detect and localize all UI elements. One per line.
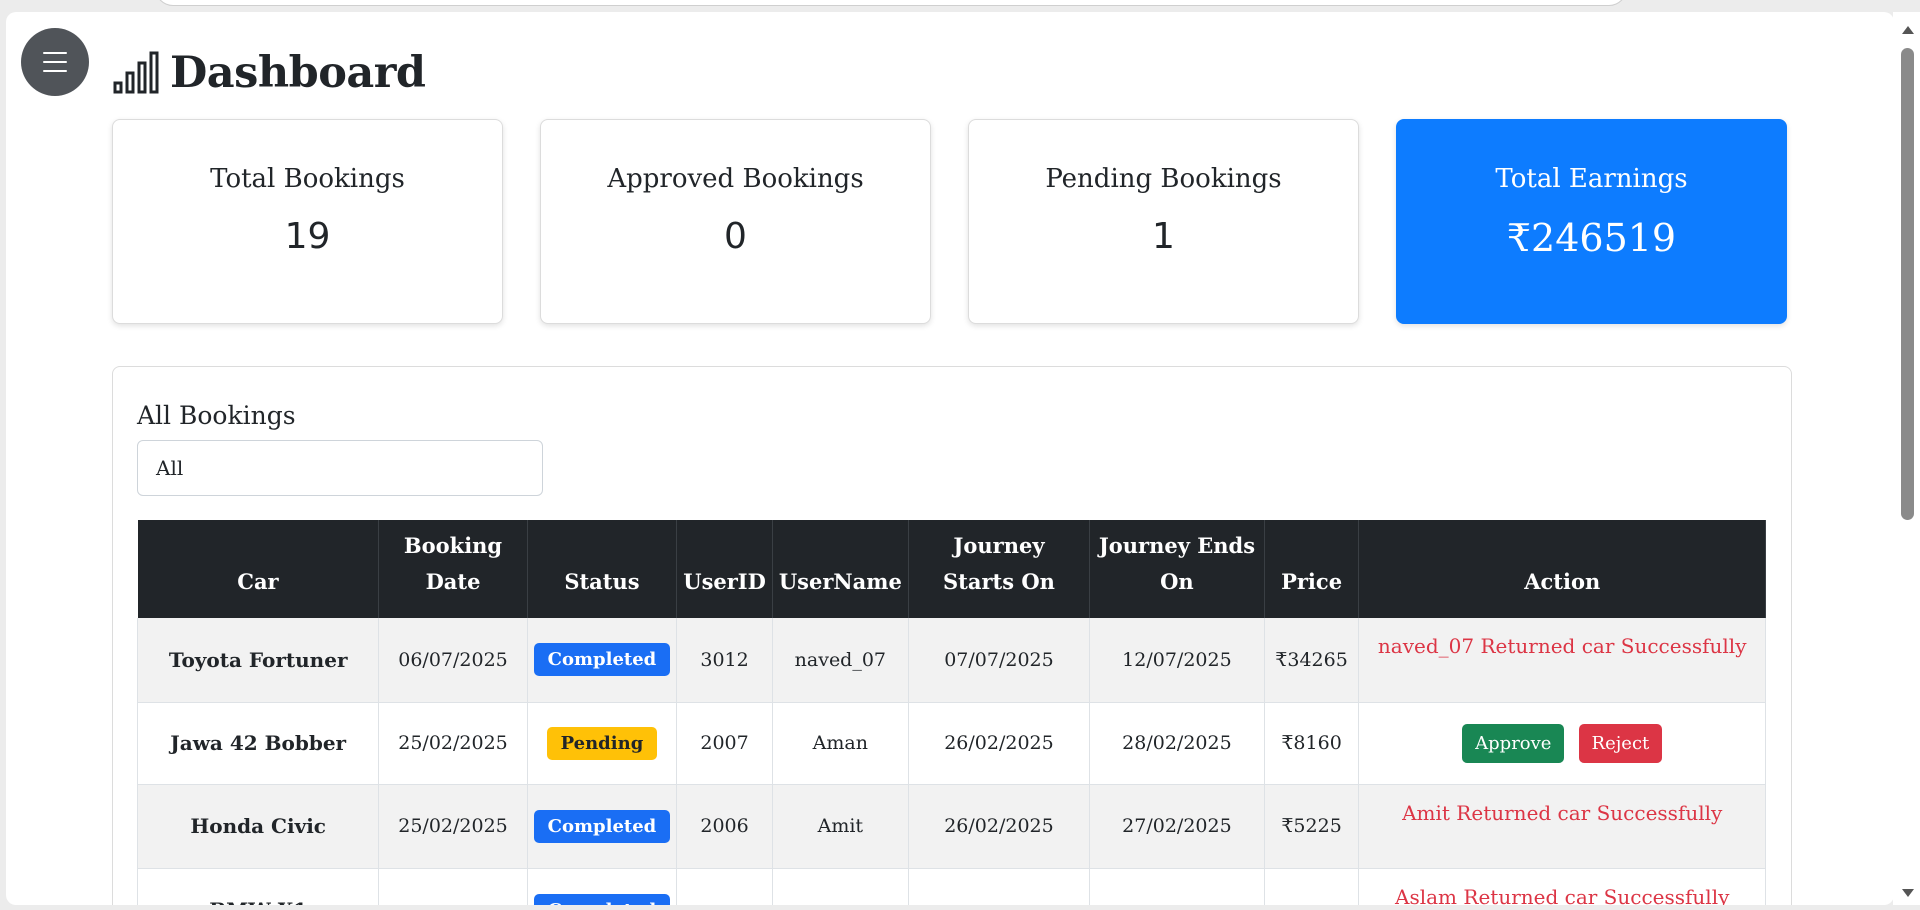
scroll-up-icon[interactable] bbox=[1902, 26, 1914, 34]
column-header: UserName bbox=[772, 520, 909, 618]
status-badge: Completed bbox=[533, 643, 671, 677]
column-header: Status bbox=[527, 520, 678, 618]
user-id-cell: 2007 bbox=[676, 702, 773, 785]
table-row: Toyota Fortuner 06/07/2025 Completed 301… bbox=[136, 618, 1766, 703]
action-message: naved_07 Returned car Successfully bbox=[1358, 618, 1766, 703]
booking-date-cell bbox=[378, 868, 528, 905]
address-bar[interactable] bbox=[155, 0, 1627, 6]
hamburger-icon bbox=[43, 52, 67, 54]
scrollbar-thumb[interactable] bbox=[1901, 48, 1914, 520]
journey-end-cell: 27/02/2025 bbox=[1089, 784, 1265, 869]
journey-end-cell: 12/07/2025 bbox=[1089, 618, 1265, 703]
journey-start-cell: 07/07/2025 bbox=[908, 618, 1091, 703]
stat-value: 0 bbox=[724, 216, 747, 257]
user-name-cell: naved_07 bbox=[772, 618, 909, 703]
stat-card-total-earnings: Total Earnings ₹246519 bbox=[1396, 119, 1787, 324]
bar-chart-icon bbox=[113, 51, 159, 94]
journey-start-cell bbox=[908, 868, 1091, 905]
stat-value: 19 bbox=[284, 216, 331, 257]
user-id-cell: 2006 bbox=[676, 784, 773, 869]
page-header: Dashboard bbox=[112, 48, 426, 98]
scroll-down-icon[interactable] bbox=[1902, 889, 1914, 897]
booking-date-cell: 25/02/2025 bbox=[378, 784, 528, 869]
status-badge: Completed bbox=[533, 809, 671, 843]
action-cell: Approve Reject bbox=[1358, 702, 1766, 785]
column-header: Car bbox=[137, 520, 380, 618]
bookings-panel: All Bookings All Car Booking Date Status… bbox=[112, 366, 1792, 905]
stat-card-approved-bookings: Approved Bookings 0 bbox=[540, 119, 931, 324]
table-header-row: Car Booking Date Status UserID UserName … bbox=[137, 520, 1766, 618]
car-cell: Jawa 42 Bobber bbox=[136, 702, 380, 785]
column-header: Journey Starts On bbox=[908, 520, 1091, 618]
status-filter-select[interactable]: All bbox=[137, 440, 543, 496]
table-row: BMW X1 Completed Aslam Returned car Succ… bbox=[136, 868, 1766, 905]
bookings-title: All Bookings bbox=[137, 401, 296, 430]
stat-value: ₹246519 bbox=[1506, 216, 1677, 260]
user-name-cell bbox=[772, 868, 909, 905]
page-title: Dashboard bbox=[170, 48, 426, 98]
reject-button[interactable]: Reject bbox=[1578, 723, 1663, 763]
booking-date-cell: 25/02/2025 bbox=[378, 702, 528, 785]
column-header: Price bbox=[1264, 520, 1360, 618]
page-viewport: Dashboard Total Bookings 19 Approved Boo… bbox=[6, 12, 1894, 905]
action-message: Amit Returned car Successfully bbox=[1358, 784, 1766, 869]
action-message: Aslam Returned car Successfully bbox=[1358, 868, 1766, 905]
price-cell: ₹5225 bbox=[1264, 784, 1360, 869]
journey-start-cell: 26/02/2025 bbox=[908, 702, 1091, 785]
user-name-cell: Aman bbox=[772, 702, 909, 785]
price-cell bbox=[1264, 868, 1360, 905]
stat-label: Total Earnings bbox=[1495, 164, 1688, 194]
table-row: Honda Civic 25/02/2025 Completed 2006 Am… bbox=[136, 784, 1766, 869]
user-id-cell bbox=[676, 868, 773, 905]
car-cell: BMW X1 bbox=[136, 868, 380, 905]
bookings-table: Car Booking Date Status UserID UserName … bbox=[136, 520, 1766, 905]
journey-start-cell: 26/02/2025 bbox=[908, 784, 1091, 869]
car-cell: Toyota Fortuner bbox=[136, 618, 380, 703]
stat-value: 1 bbox=[1152, 216, 1175, 257]
column-header: Journey Ends On bbox=[1089, 520, 1265, 618]
stat-label: Approved Bookings bbox=[607, 164, 864, 194]
journey-end-cell bbox=[1089, 868, 1265, 905]
column-header: UserID bbox=[676, 520, 773, 618]
stat-card-pending-bookings: Pending Bookings 1 bbox=[968, 119, 1359, 324]
user-name-cell: Amit bbox=[772, 784, 909, 869]
user-id-cell: 3012 bbox=[676, 618, 773, 703]
table-row: Jawa 42 Bobber 25/02/2025 Pending 2007 A… bbox=[136, 702, 1766, 785]
journey-end-cell: 28/02/2025 bbox=[1089, 702, 1265, 785]
menu-toggle-button[interactable] bbox=[21, 28, 89, 96]
car-cell: Honda Civic bbox=[136, 784, 380, 869]
stat-label: Total Bookings bbox=[210, 164, 405, 194]
stat-label: Pending Bookings bbox=[1045, 164, 1282, 194]
booking-date-cell: 06/07/2025 bbox=[378, 618, 528, 703]
stat-card-total-bookings: Total Bookings 19 bbox=[112, 119, 503, 324]
status-badge: Pending bbox=[546, 726, 658, 760]
status-badge: Completed bbox=[533, 893, 671, 905]
column-header: Action bbox=[1358, 520, 1766, 618]
vertical-scrollbar[interactable] bbox=[1893, 12, 1920, 905]
browser-top-strip bbox=[0, 0, 1920, 12]
price-cell: ₹8160 bbox=[1264, 702, 1360, 785]
approve-button[interactable]: Approve bbox=[1462, 723, 1565, 763]
price-cell: ₹34265 bbox=[1264, 618, 1360, 703]
column-header: Booking Date bbox=[378, 520, 528, 618]
